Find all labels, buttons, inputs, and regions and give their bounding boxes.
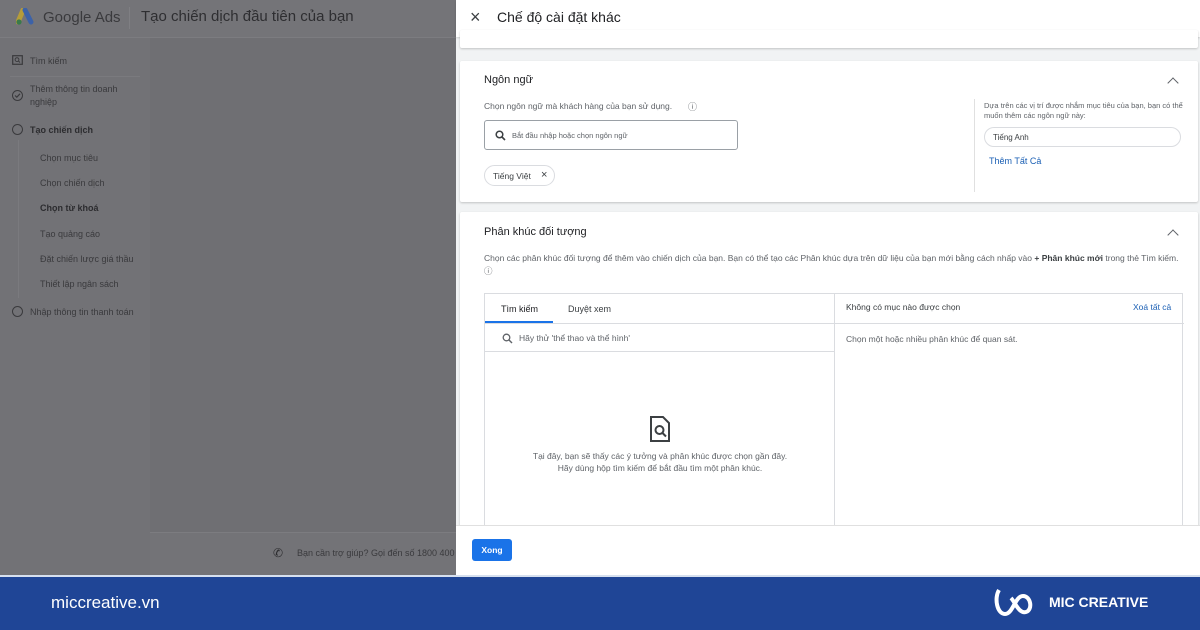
panel-title: Chế độ cài đặt khác (497, 9, 621, 25)
panel-footer: Xong (456, 525, 1200, 575)
language-search-input[interactable]: Bắt đầu nhập hoặc chọn ngôn ngữ (484, 120, 738, 150)
sidebar-item-budget[interactable]: Thiết lập ngân sách (40, 278, 119, 291)
search-box-icon (12, 55, 23, 65)
audience-card: Phân khúc đối tượng Chọn các phân khúc đ… (460, 212, 1198, 534)
brand-name: Google Ads (43, 9, 121, 26)
language-card: Ngôn ngữ Chọn ngôn ngữ mà khách hàng của… (460, 61, 1198, 202)
audience-title: Phân khúc đối tượng (484, 226, 587, 238)
mic-creative-logo-icon (994, 588, 1033, 617)
circle-icon (12, 306, 23, 317)
language-prompt: Chọn ngôn ngữ mà khách hàng của bạn sử d… (484, 101, 673, 111)
divider (129, 7, 130, 29)
selected-header: Không có mục nào được chọn (846, 302, 961, 312)
help-icon[interactable]: ⓘ (688, 100, 697, 113)
clear-all-link[interactable]: Xoá tất cả (1133, 302, 1171, 312)
language-title: Ngôn ngữ (484, 74, 533, 86)
audience-search-pane: Tìm kiếm Duyệt xem Hãy thử 'thể thao và … (485, 294, 835, 534)
close-icon[interactable]: × (470, 7, 481, 28)
page-title: Tạo chiến dịch đầu tiên của bạn (141, 8, 354, 25)
remove-chip-icon[interactable]: × (541, 169, 547, 181)
collapse-chevron-icon[interactable] (1167, 229, 1179, 241)
phone-icon: ✆ (273, 546, 284, 560)
check-circle-icon (12, 90, 23, 101)
language-chip: Tiếng Việt × (484, 165, 555, 186)
sidebar-item-create-campaign[interactable]: Tạo chiến dịch (30, 124, 93, 137)
sidebar-item-bidding[interactable]: Đặt chiến lược giá thầu (40, 253, 133, 266)
previous-card (460, 30, 1198, 48)
brand-footer: miccreative.vn MIC CREATIVE (0, 575, 1200, 630)
sidebar-item-keywords[interactable]: Chọn từ khoá (40, 202, 99, 215)
suggest-text: Dựa trên các vị trí được nhắm mục tiêu c… (984, 101, 1183, 120)
step-line (18, 140, 19, 298)
sidebar-item-campaign[interactable]: Chọn chiến dịch (40, 177, 105, 190)
logo-text: MIC CREATIVE (1049, 594, 1149, 610)
collapse-chevron-icon[interactable] (1167, 77, 1179, 89)
tab-browse[interactable]: Duyệt xem (568, 304, 611, 314)
sidebar-item-ads[interactable]: Tạo quảng cáo (40, 228, 100, 241)
audience-description: Chọn các phân khúc đối tượng để thêm vào… (484, 253, 1179, 276)
empty-state-text: Tại đây, bạn sẽ thấy các ý tưởng và phân… (532, 451, 788, 473)
search-icon (502, 333, 513, 344)
help-text: Bạn cần trợ giúp? Gọi đến số 1800 400 (297, 548, 455, 558)
help-icon[interactable]: ⓘ (484, 266, 493, 276)
help-bar: ✆ Bạn cần trợ giúp? Gọi đến số 1800 400 (150, 532, 456, 575)
sidebar: Tìm kiếm Thêm thông tin doanh nghiệp Tạo… (0, 38, 150, 575)
audience-search-input[interactable]: Hãy thử 'thể thao và thể hình' (485, 323, 834, 352)
divider (974, 99, 975, 192)
search-icon (495, 130, 506, 141)
sidebar-item-billing[interactable]: Nhập thông tin thanh toán (30, 306, 134, 319)
selected-empty-text: Chọn một hoặc nhiều phân khúc để quan sá… (846, 334, 1018, 344)
google-ads-logo-icon (16, 8, 34, 25)
divider (835, 323, 1184, 324)
sidebar-item-goal[interactable]: Chọn mục tiêu (40, 152, 98, 165)
sidebar-item-search[interactable]: Tìm kiếm (30, 55, 67, 68)
circle-icon (12, 124, 23, 135)
suggested-language[interactable]: Tiếng Anh (984, 127, 1181, 147)
done-button[interactable]: Xong (472, 539, 512, 561)
audience-picker: Tìm kiếm Duyệt xem Hãy thử 'thể thao và … (484, 293, 1184, 534)
tab-search[interactable]: Tìm kiếm (501, 304, 538, 314)
add-all-link[interactable]: Thêm Tất Cả (989, 156, 1041, 166)
document-search-icon (650, 416, 670, 442)
settings-panel: × Chế độ cài đặt khác Ngôn ngữ Chọn ngôn… (456, 0, 1200, 575)
sidebar-item-business-info[interactable]: Thêm thông tin doanh nghiệp (30, 83, 130, 109)
site-url: miccreative.vn (51, 593, 160, 612)
divider (10, 76, 140, 77)
